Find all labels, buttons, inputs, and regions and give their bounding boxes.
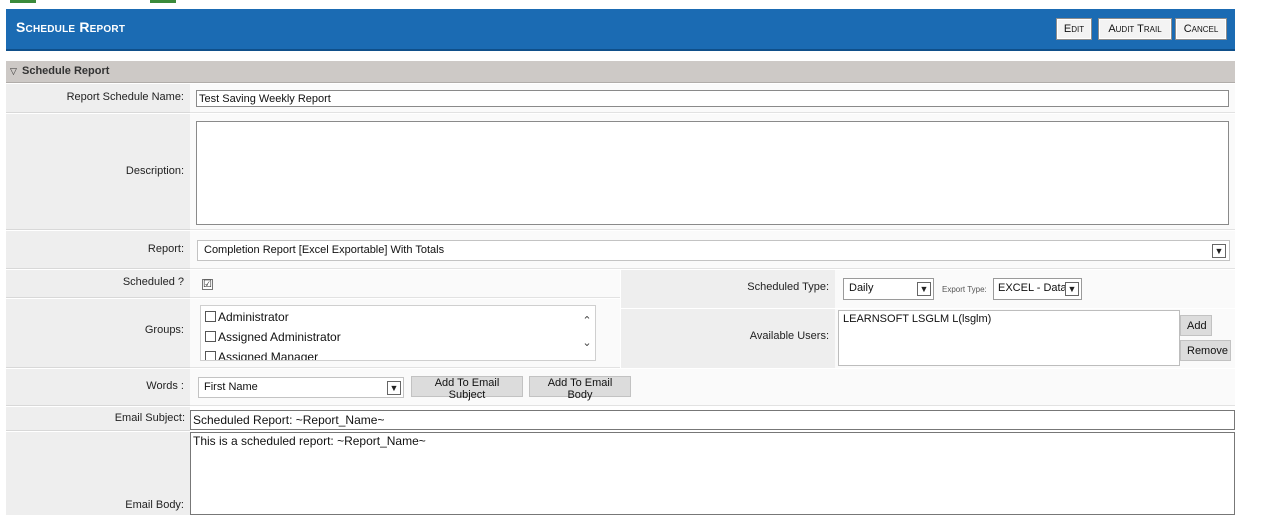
email-subject-label: Email Subject: [114,412,185,424]
page-title: Schedule Report [16,19,126,35]
scheduled-cell [190,270,620,298]
section-header[interactable]: ▽ Schedule Report [6,61,1235,83]
chevron-down-icon[interactable]: ▼ [387,381,401,395]
triangle-down-icon[interactable]: ▽ [10,66,17,77]
email-body-textarea[interactable]: This is a scheduled report: ~Report_Name… [190,432,1235,515]
email-subject-label-cell: Email Subject: [6,407,190,431]
chevron-down-icon[interactable]: ▼ [1065,282,1079,296]
group-checkbox[interactable] [205,311,216,322]
export-type-value: EXCEL - Data [998,282,1067,294]
chevron-up-icon[interactable]: ⌃ [581,314,593,327]
groups-label: Groups: [144,324,184,336]
list-item[interactable]: Assigned Manager [205,350,318,360]
scheduled-type-label: Scheduled Type: [747,281,829,293]
group-checkbox[interactable] [205,331,216,342]
add-to-email-body-button[interactable]: Add To Email Body [529,376,631,401]
remove-user-button[interactable]: Remove [1180,340,1231,361]
words-select-value: First Name [204,381,258,393]
words-label: Words : [146,380,184,392]
app-logo-fragment [150,0,176,3]
available-users-list[interactable]: LEARNSOFT LSGLM L(lsglm) [838,310,1180,366]
description-textarea[interactable] [196,121,1229,225]
groups-list[interactable]: Administrator Assigned Administrator Ass… [200,305,596,361]
scheduled-type-select[interactable]: Daily ▼ [843,278,934,300]
report-schedule-name-label: Report Schedule Name: [66,91,184,103]
scheduled-label: Scheduled ? [122,276,184,288]
cancel-button[interactable]: Cancel [1175,18,1227,40]
add-user-button[interactable]: Add [1180,315,1212,336]
export-type-select[interactable]: EXCEL - Data ▼ [993,278,1082,300]
scheduled-checkbox[interactable]: ☑ [202,279,213,290]
group-checkbox[interactable] [205,351,216,360]
export-type-label: Export Type: [942,285,987,294]
description-label: Description: [125,165,184,177]
report-label-cell: Report: [6,231,190,269]
scheduled-type-value: Daily [849,282,874,294]
email-subject-input[interactable] [190,410,1235,430]
description-label-cell: Description: [6,114,190,230]
section-title: Schedule Report [22,65,110,77]
list-item[interactable]: Assigned Administrator [205,330,341,344]
list-item[interactable]: Administrator [205,310,289,324]
available-users-label-cell: Available Users: [621,309,835,368]
add-to-email-subject-button[interactable]: Add To Email Subject [411,376,523,401]
email-body-label: Email Body: [125,499,184,511]
app-logo-fragment [10,0,36,3]
available-users-label: Available Users: [749,330,829,342]
report-label: Report: [147,243,184,255]
email-body-label-cell: Email Body: [6,432,190,515]
edit-button[interactable]: Edit [1056,18,1092,40]
report-select[interactable]: Completion Report [Excel Exportable] Wit… [197,240,1230,261]
window-header: Schedule Report Edit Audit Trail Cancel [6,9,1235,51]
report-schedule-name-label-cell: Report Schedule Name: [6,84,190,113]
chevron-down-icon[interactable]: ▼ [1212,244,1226,258]
words-label-cell: Words : [6,369,190,406]
page-chrome-strip [0,0,1270,9]
scheduled-type-label-cell: Scheduled Type: [621,270,835,308]
report-select-value: Completion Report [Excel Exportable] Wit… [204,244,445,256]
audit-trail-button[interactable]: Audit Trail [1098,18,1172,40]
words-select[interactable]: First Name ▼ [198,377,404,398]
groups-label-cell: Groups: [6,299,190,368]
list-item[interactable]: LEARNSOFT LSGLM L(lsglm) [843,313,991,325]
report-schedule-name-input[interactable] [196,90,1229,107]
chevron-down-icon[interactable]: ▼ [917,282,931,296]
chevron-down-icon[interactable]: ⌄ [581,336,593,349]
scheduled-label-cell: Scheduled ? [6,270,190,298]
